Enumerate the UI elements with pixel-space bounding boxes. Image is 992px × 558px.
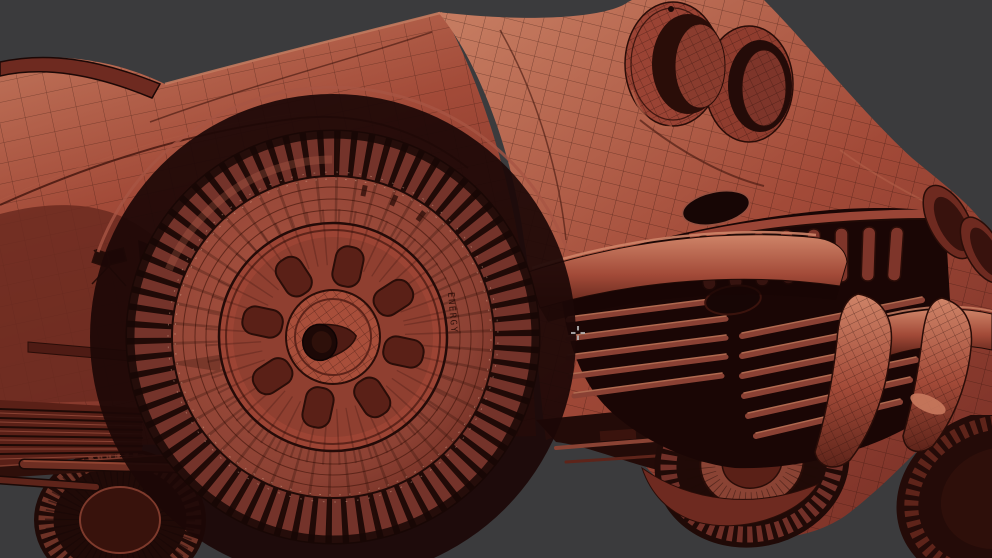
viewport-3d[interactable]: ENERGY <box>0 0 992 558</box>
bezel-screw <box>668 6 674 12</box>
car-model: ENERGY <box>0 0 992 558</box>
